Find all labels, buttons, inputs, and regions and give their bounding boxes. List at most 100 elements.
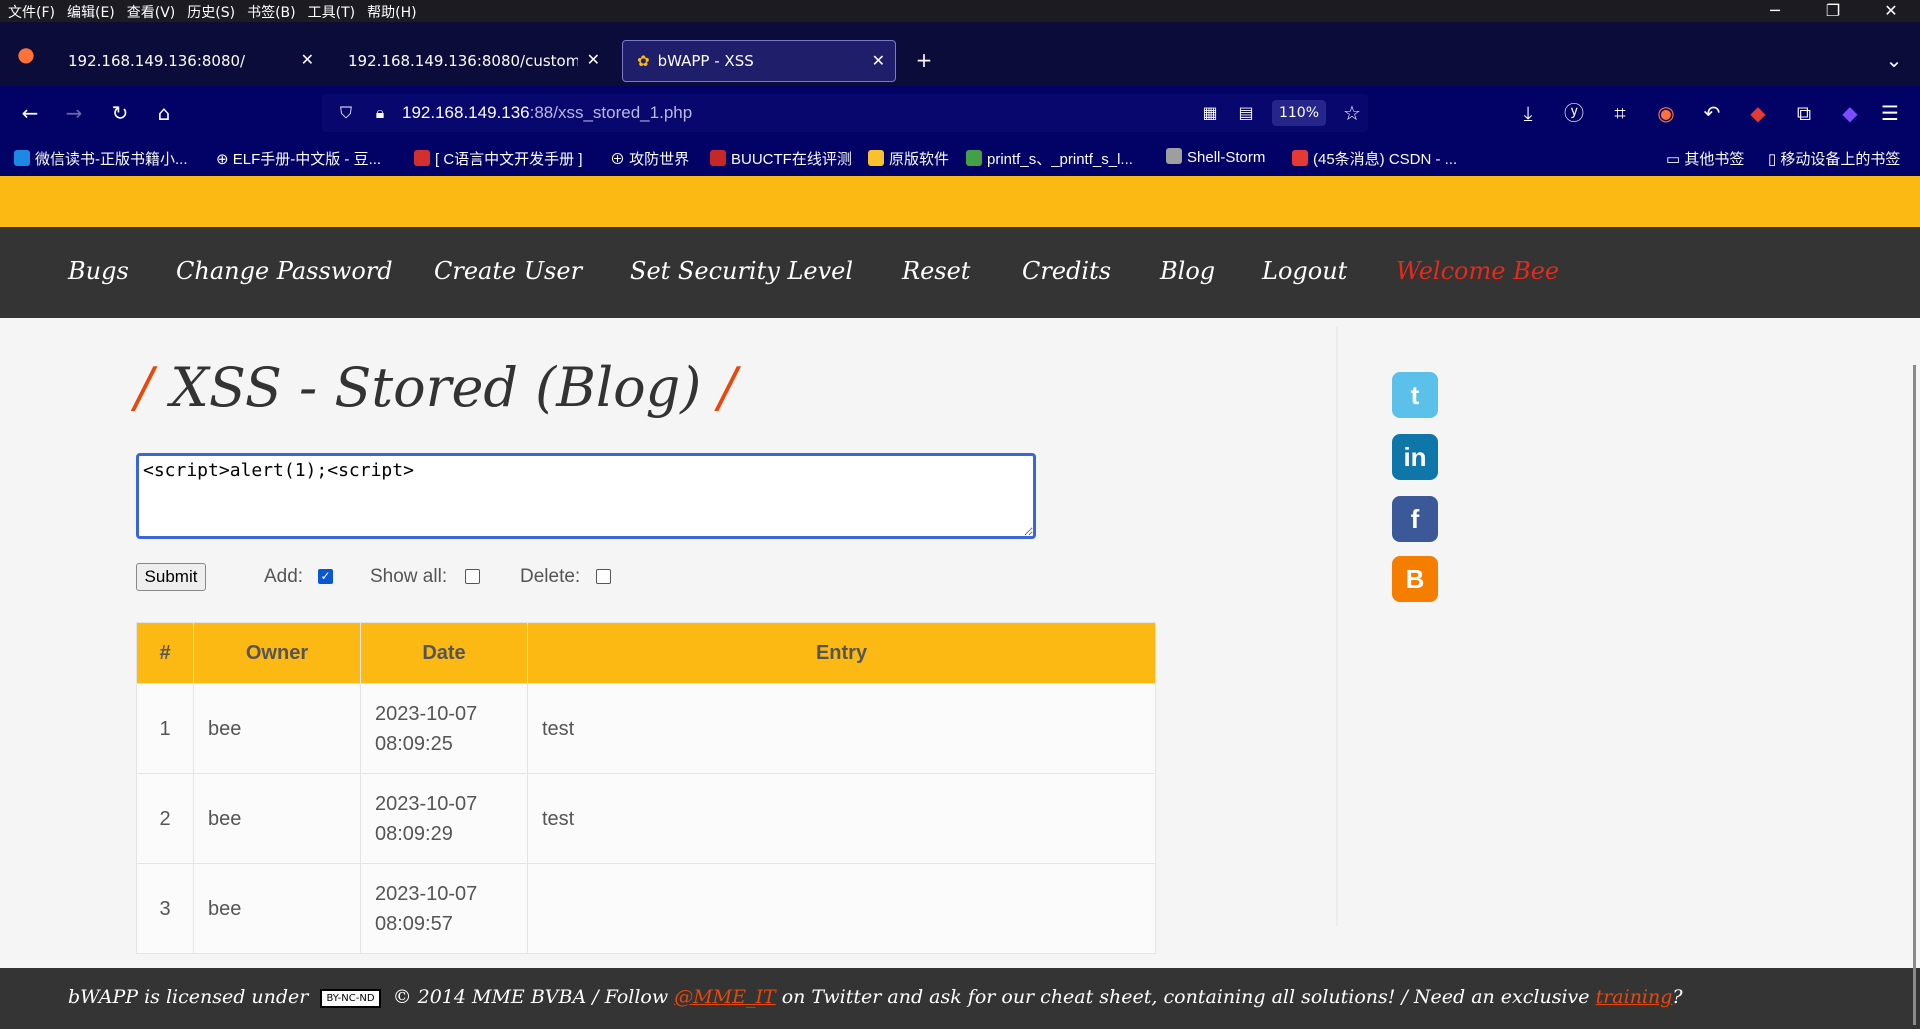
cell-owner: bee [193, 863, 361, 954]
cell-owner: bee [193, 773, 361, 864]
date-day: 2023-10-07 [375, 702, 478, 725]
title-slash: / [135, 356, 154, 419]
crop-icon[interactable]: ⌗ [1606, 99, 1634, 127]
php-icon [414, 150, 430, 166]
bookmark-shellstorm[interactable]: Shell-Storm [1166, 148, 1265, 166]
cell-date: 2023-10-07 08:09:29 [360, 773, 528, 864]
cc-license-badge[interactable]: BY-NC-ND [320, 989, 381, 1008]
nav-reset[interactable]: Reset [902, 257, 970, 285]
bookmark-other-folder[interactable]: ▭ 其他书签 [1666, 148, 1744, 169]
facebook-icon[interactable]: f [1392, 496, 1438, 542]
table-row: 1 bee 2023-10-07 08:09:25 test [136, 683, 1156, 774]
menu-view[interactable]: 查看(V) [127, 2, 176, 22]
extensions-icon[interactable]: ⧉ [1790, 99, 1818, 127]
globe-icon: ⊕ [216, 151, 233, 168]
bookmark-buuctf[interactable]: BUUCTF在线评测 [710, 148, 852, 169]
add-label: Add: [264, 566, 304, 587]
extension-y-icon[interactable]: ⓨ [1560, 99, 1588, 127]
nav-create-user[interactable]: Create User [434, 257, 582, 285]
close-tab-icon[interactable]: ✕ [301, 50, 314, 69]
reload-icon[interactable]: ↻ [106, 99, 134, 127]
bookmark-printf[interactable]: printf_s、_printf_s_l... [966, 148, 1133, 169]
bookmark-label: ELF手册-中文版 - 豆... [232, 151, 382, 168]
bookmark-label: [ C语言中文开发手册 ] [435, 151, 583, 168]
lock-icon[interactable]: 🔒︎ [366, 99, 394, 127]
firefox-icon[interactable]: ● [12, 40, 40, 68]
forward-icon[interactable]: → [60, 99, 88, 127]
tab-bar: ● 192.168.149.136:8080/ ✕ 192.168.149.13… [0, 22, 1920, 86]
tab-2[interactable]: 192.168.149.136:8080/customers ✕ [334, 40, 610, 82]
training-link[interactable]: training [1596, 986, 1673, 1008]
bookmark-label: 攻防世界 [629, 151, 690, 168]
bookmark-software[interactable]: 原版软件 [868, 148, 949, 169]
bookmark-mobile-folder[interactable]: ▯ 移动设备上的书签 [1768, 148, 1900, 169]
table-header-row: # Owner Date Entry [136, 622, 1156, 684]
menu-help[interactable]: 帮助(H) [367, 2, 416, 22]
tab-3-active[interactable]: ✿ bWAPP - XSS ✕ [622, 40, 896, 82]
star-icon[interactable]: ☆ [1338, 99, 1366, 127]
menu-tools[interactable]: 工具(T) [308, 2, 355, 22]
bookmark-label: 微信读书-正版书籍小... [35, 151, 188, 168]
cell-date: 2023-10-07 08:09:25 [360, 683, 528, 774]
reader-view-icon[interactable]: ▤ [1232, 99, 1260, 127]
close-window-icon[interactable]: ✕ [1862, 0, 1920, 22]
minimize-icon[interactable]: ─ [1746, 0, 1804, 22]
menu-edit[interactable]: 编辑(E) [67, 2, 115, 22]
back-icon[interactable]: ← [16, 99, 44, 127]
notification-extension-icon[interactable]: ◆ [1744, 99, 1772, 127]
nav-logout[interactable]: Logout [1262, 257, 1347, 285]
fox-extension-icon[interactable]: ◉ [1652, 99, 1680, 127]
blogger-icon[interactable]: B [1392, 556, 1438, 602]
nav-bugs[interactable]: Bugs [68, 257, 129, 285]
csdn-icon [1292, 150, 1308, 166]
undo-icon[interactable]: ↶ [1698, 99, 1726, 127]
blog-entries-table: # Owner Date Entry 1 bee 2023-10-07 08:09… [136, 622, 1156, 954]
twitter-link[interactable]: @MME_IT [674, 986, 775, 1008]
nav-blog[interactable]: Blog [1160, 257, 1215, 285]
delete-checkbox[interactable] [596, 569, 611, 584]
bookmark-weread[interactable]: 微信读书-正版书籍小... [14, 148, 188, 169]
home-icon[interactable]: ⌂ [150, 99, 178, 127]
nav-set-security-level[interactable]: Set Security Level [630, 257, 853, 285]
restore-icon[interactable]: ❐ [1804, 0, 1862, 22]
nav-credits[interactable]: Credits [1022, 257, 1111, 285]
qr-code-icon[interactable]: ▦ [1196, 99, 1224, 127]
page-scrollbar[interactable] [1913, 365, 1916, 1025]
footer: bWAPP is licensed under BY-NC-ND © 2014 … [0, 968, 1920, 1029]
twitter-icon[interactable]: t [1392, 372, 1438, 418]
menu-history[interactable]: 历史(S) [187, 2, 235, 22]
linkedin-icon[interactable]: in [1392, 434, 1438, 480]
menu-file[interactable]: 文件(F) [8, 2, 55, 22]
list-tabs-icon[interactable]: ⌄ [1880, 46, 1908, 74]
browser-menubar: 文件(F) 编辑(E) 查看(V) 历史(S) 书签(B) 工具(T) 帮助(H… [0, 0, 1920, 22]
nav-change-password[interactable]: Change Password [176, 257, 393, 285]
table-row: 2 bee 2023-10-07 08:09:29 test [136, 773, 1156, 864]
close-tab-icon[interactable]: ✕ [872, 51, 885, 70]
blog-entry-textarea[interactable] [136, 453, 1036, 539]
bookmark-adworld[interactable]: ⊕ 攻防世界 [610, 148, 689, 169]
tab-1[interactable]: 192.168.149.136:8080/ ✕ [54, 40, 324, 82]
footer-license-text: bWAPP is licensed under [68, 986, 309, 1008]
footer-end: ? [1672, 986, 1683, 1008]
submit-button[interactable]: Submit [136, 563, 206, 591]
add-checkbox[interactable]: ✓ [318, 569, 333, 584]
cell-owner: bee [193, 683, 361, 774]
zoom-level[interactable]: 110% [1272, 100, 1326, 126]
menu-bookmarks[interactable]: 书签(B) [247, 2, 296, 22]
close-tab-icon[interactable]: ✕ [587, 50, 600, 69]
new-tab-icon[interactable]: + [910, 46, 938, 74]
download-icon[interactable]: ⤓ [1514, 99, 1542, 127]
bee-icon: ✿ [637, 52, 650, 70]
bookmark-elf[interactable]: ⊕ ELF手册-中文版 - 豆... [216, 148, 381, 169]
url-bar[interactable]: ⛉ 🔒︎ 192.168.149.136:88/xss_stored_1.php… [322, 94, 1368, 132]
shield-icon[interactable]: ⛉ [332, 99, 360, 127]
bookmark-csdn[interactable]: (45条消息) CSDN - ... [1292, 148, 1457, 169]
show-all-checkbox[interactable] [465, 569, 480, 584]
menu-hamburger-icon[interactable]: ☰ [1876, 99, 1904, 127]
header-banner [0, 176, 1920, 227]
purple-extension-icon[interactable]: ◆ [1836, 99, 1864, 127]
bookmark-c-manual[interactable]: [ C语言中文开发手册 ] [414, 148, 583, 169]
site-nav: Bugs Change Password Create User Set Sec… [0, 227, 1920, 318]
url-text[interactable]: 192.168.149.136:88/xss_stored_1.php [402, 103, 692, 123]
sidebar-divider [1336, 326, 1338, 926]
